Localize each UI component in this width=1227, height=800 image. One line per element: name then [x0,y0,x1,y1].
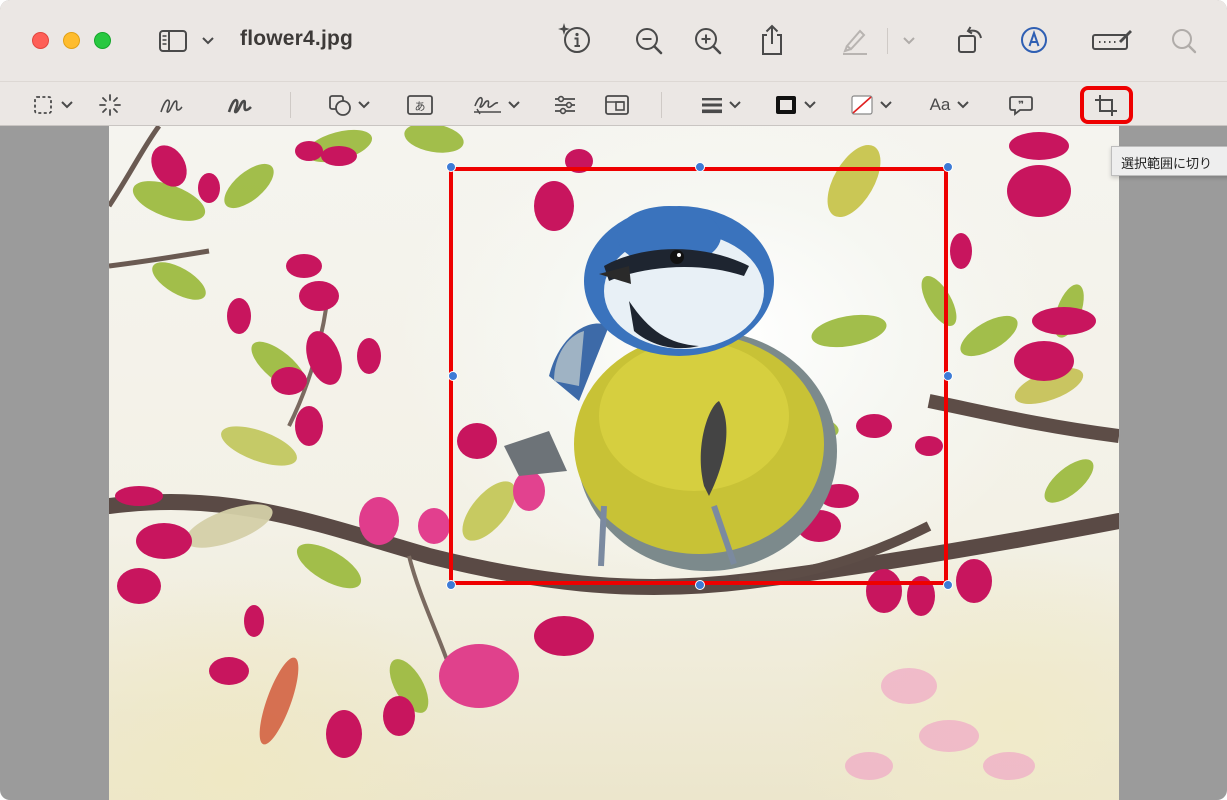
selection-tool-button[interactable] [30,92,78,118]
selection-handle-top-right[interactable] [943,162,953,172]
selection-rectangle[interactable] [449,167,948,585]
selection-handle-top-left[interactable] [446,162,456,172]
rotate-button[interactable] [954,23,988,57]
svg-text:あ: あ [415,100,426,113]
markup-toolbar: あ Aa ❞ [0,82,1227,126]
markup-icon [1021,27,1047,53]
chevron-down-icon [202,37,214,45]
adjust-size-button[interactable] [602,92,632,118]
selection-handle-right[interactable] [943,371,953,381]
selection-handle-bottom-left[interactable] [446,580,456,590]
selection-handle-top[interactable] [695,162,705,172]
close-button[interactable] [32,32,49,49]
fill-color-icon [851,95,892,115]
text-tool-button[interactable]: あ [405,92,435,118]
share-button[interactable] [757,22,787,58]
toolbar-separator [661,92,662,118]
selection-handle-bottom-right[interactable] [943,580,953,590]
selection-handle-bottom[interactable] [695,580,705,590]
shapes-tool-button[interactable] [326,92,374,118]
line-style-button[interactable] [698,92,744,118]
text-style-button[interactable]: Aa [926,92,974,118]
zoom-out-icon [636,28,663,55]
border-color-button[interactable] [772,92,820,118]
crop-button-highlight [1080,86,1133,124]
chevron-down-icon [903,37,915,45]
shapes-icon [329,95,370,116]
minimize-button[interactable] [63,32,80,49]
selection-handle-left[interactable] [448,371,458,381]
instant-alpha-button[interactable] [96,92,124,118]
highlight-button[interactable] [838,23,872,57]
sidebar-icon [159,30,187,52]
toolbar-separator [887,28,888,54]
highlight-pen-icon [843,29,867,55]
sign-tool-button[interactable] [470,91,522,119]
info-sparkle-icon [558,23,590,53]
note-tool-button[interactable]: ❞ [1007,92,1035,118]
signature-icon [1092,30,1132,50]
markup-button[interactable] [1018,24,1050,56]
text-style-label: Aa [929,95,951,114]
fill-color-button[interactable] [848,92,896,118]
sidebar-toggle-button[interactable] [156,27,190,55]
draw-icon [227,98,252,114]
resize-icon [605,95,629,115]
sidebar-menu-button[interactable] [199,31,217,51]
titlebar: flower4.jpg [0,0,1227,82]
svg-text:❞: ❞ [1018,100,1024,111]
sliders-icon [555,95,575,115]
rect-select-tool-icon [34,96,73,114]
sketch-icon [160,99,183,113]
search-icon [1172,29,1197,54]
border-color-icon [776,96,816,114]
info-button[interactable] [556,20,594,56]
window-title: flower4.jpg [240,27,354,50]
zoom-in-button[interactable] [692,25,724,57]
speech-bubble-icon: ❞ [1009,96,1033,116]
rotate-icon [958,26,982,53]
line-style-icon [702,98,741,114]
crop-tooltip: 選択範囲に切り [1111,146,1227,176]
zoom-button[interactable] [94,32,111,49]
adjust-color-button[interactable] [551,92,579,118]
zoom-in-icon [695,28,722,55]
zoom-out-button[interactable] [633,25,665,57]
draw-tool-button[interactable] [225,92,255,118]
toolbar-separator [290,92,291,118]
sketch-tool-button[interactable] [157,92,185,118]
signature-pen-icon [474,96,520,115]
search-button[interactable] [1168,25,1200,57]
text-box-icon: あ [407,95,433,115]
instant-alpha-icon [99,94,121,116]
highlight-menu-button[interactable] [900,32,918,50]
preview-window: flower4.jpg あ Aa ❞ 選択範囲に切り [0,0,1227,800]
chevron-down-icon [957,101,970,109]
share-icon [762,24,782,55]
signature-button[interactable] [1090,24,1134,56]
